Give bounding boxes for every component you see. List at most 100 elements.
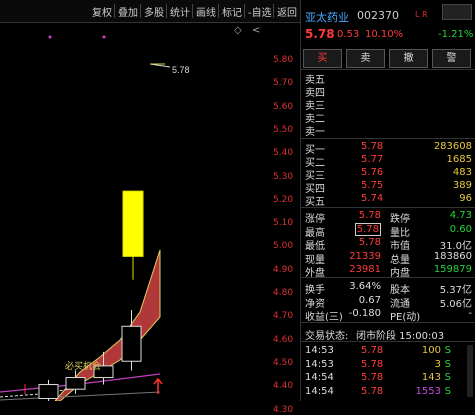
alert-button[interactable]: 警 [432, 49, 471, 68]
indicator-label: 必买机会 [65, 360, 101, 371]
sell-order-row[interactable]: 卖一 [301, 123, 475, 138]
y-axis-tick-label: 5.60 [273, 101, 294, 112]
buy-order-label: 买五 [305, 197, 325, 208]
trade-status-label: 交易状态: [305, 331, 349, 342]
reference-line [0, 391, 161, 401]
y-axis-tick-label: 5.70 [273, 78, 294, 89]
buy-order-price: 5.74 [361, 193, 384, 204]
buy-order-volume: 96 [459, 193, 472, 204]
toolbar-draw-line[interactable]: 画线 [196, 4, 216, 19]
toolbar-fuquan[interactable]: 复权 [92, 4, 112, 19]
buy-order-row[interactable]: 买三 5.76 483 [301, 167, 475, 182]
stat-value: 0.60 [449, 223, 472, 235]
buy-button[interactable]: 买 [303, 49, 342, 68]
tick-price: 5.78 [361, 345, 384, 356]
chart-toolbar: 复权 叠加 多股 统计 画线 标记 -自选 返回 [0, 0, 300, 23]
stats-row: 现量 21339 总量 183860 [301, 251, 475, 266]
buy-order-volume: 1685 [446, 154, 472, 165]
toolbar-multi-stock[interactable]: 多股 [144, 4, 164, 19]
toolbar-back[interactable]: 返回 [277, 4, 297, 19]
price-change: 0.53 [337, 29, 360, 40]
diamond-icon[interactable]: ◇ [234, 25, 242, 36]
buy-order-price: 5.77 [361, 154, 384, 165]
buy-order-volume: 283608 [433, 141, 472, 152]
toolbar-stats[interactable]: 统计 [170, 4, 190, 19]
y-axis-tick-label: 5.10 [273, 218, 294, 229]
stat-value: 5.78 [358, 210, 381, 221]
sell-order-row[interactable]: 卖三 [301, 97, 475, 112]
y-axis-tick-label: 4.40 [273, 381, 294, 392]
candle-body [122, 190, 144, 257]
y-axis-tick-label: 5.80 [273, 55, 294, 65]
tick-row: 14:53 5.78 100 S [301, 345, 475, 358]
stats-row: 外盘 23981 内盘 159879 [301, 264, 475, 279]
chevron-left-icon[interactable]: < [252, 25, 260, 36]
toolbar-separator [218, 4, 219, 18]
sell-button[interactable]: 卖 [346, 49, 385, 68]
candlestick-chart[interactable]: 5.78 必买机会 ◇ < [0, 22, 268, 401]
y-axis-tick-label: 4.30 [273, 404, 294, 415]
tick-row: 14:54 5.78 143 S [301, 372, 475, 385]
candle-body [65, 377, 86, 390]
y-axis-tick-label: 4.50 [273, 357, 294, 368]
stat-value: 4.73 [449, 210, 472, 221]
tick-time: 14:53 [305, 345, 334, 356]
side-change-pct: -1.21% [438, 29, 474, 40]
buy-order-row[interactable]: 买二 5.77 1685 [301, 154, 475, 169]
tick-time: 14:54 [305, 372, 334, 383]
divider [301, 322, 475, 323]
buy-order-volume: 389 [452, 180, 472, 191]
scrollbar[interactable] [467, 345, 473, 397]
stats-row: 最低 5.78 市值 31.0亿 [301, 237, 475, 252]
y-axis-tick-label: 4.70 [273, 311, 294, 322]
toolbar-separator [192, 4, 193, 18]
y-axis-tick-label: 5.50 [273, 124, 294, 135]
buy-order-volume: 483 [452, 167, 472, 178]
toolbar-overlay[interactable]: 叠加 [118, 4, 138, 19]
toolbar-separator [140, 4, 141, 18]
divider [301, 138, 475, 139]
buy-order-price: 5.75 [361, 180, 384, 191]
buy-order-row[interactable]: 买一 5.78 283608 [301, 141, 475, 156]
cancel-order-button[interactable]: 撤 [389, 49, 428, 68]
tick-volume: 100 [421, 345, 441, 356]
toolbar-separator [273, 4, 274, 18]
sell-order-row[interactable]: 卖二 [301, 110, 475, 125]
marker-dot [48, 35, 52, 39]
tick-time: 14:53 [305, 358, 334, 370]
quote-panel: 亚太药业 002370 L R 5.78 0.53 10.10% -1.21% … [300, 0, 475, 401]
sell-order-row[interactable]: 卖五 [301, 71, 475, 86]
stats-row: 收益(三) -0.180 PE(动) - [301, 308, 475, 323]
tick-price: 5.78 [361, 372, 384, 383]
stock-flags: L R [415, 10, 428, 19]
y-axis-tick-label: 4.60 [273, 334, 294, 345]
tick-volume: 1553 [415, 385, 441, 397]
sell-order-row[interactable]: 卖四 [301, 84, 475, 99]
toolbar-separator [166, 4, 167, 18]
buy-order-price: 5.76 [361, 167, 384, 178]
stat-value: 3.64% [349, 281, 381, 292]
tick-volume: 143 [421, 372, 441, 383]
tick-price: 5.78 [361, 358, 384, 370]
tick-flag: S [444, 358, 451, 370]
y-axis-tick-label: 5.20 [273, 194, 294, 205]
divider [301, 207, 475, 208]
buy-order-row[interactable]: 买五 5.74 96 [301, 193, 475, 208]
stat-value: - [468, 308, 472, 319]
toolbar-mark[interactable]: 标记 [222, 4, 242, 19]
sell-order-label: 卖一 [305, 127, 325, 138]
tick-flag: S [444, 372, 451, 383]
y-axis-tick-label: 5.00 [273, 241, 294, 252]
stock-name: 亚太药业 [305, 11, 349, 24]
toolbar-watchlist[interactable]: -自选 [248, 4, 272, 19]
toggle-button[interactable] [442, 4, 472, 20]
stat-label: PE(动) [390, 312, 421, 323]
stat-value: 5.78 [358, 237, 381, 248]
y-axis-tick-label: 5.40 [273, 148, 294, 159]
tick-row: 14:54 5.78 1553 S [301, 386, 475, 399]
price-change-pct: 10.10% [365, 29, 404, 40]
stats-row: 最高 5.78 量比 0.60 [301, 222, 475, 239]
trade-status-value: 闭市阶段 15:00:03 [356, 331, 445, 342]
buy-order-row[interactable]: 买四 5.75 389 [301, 180, 475, 195]
stat-value: 0.67 [358, 294, 381, 306]
